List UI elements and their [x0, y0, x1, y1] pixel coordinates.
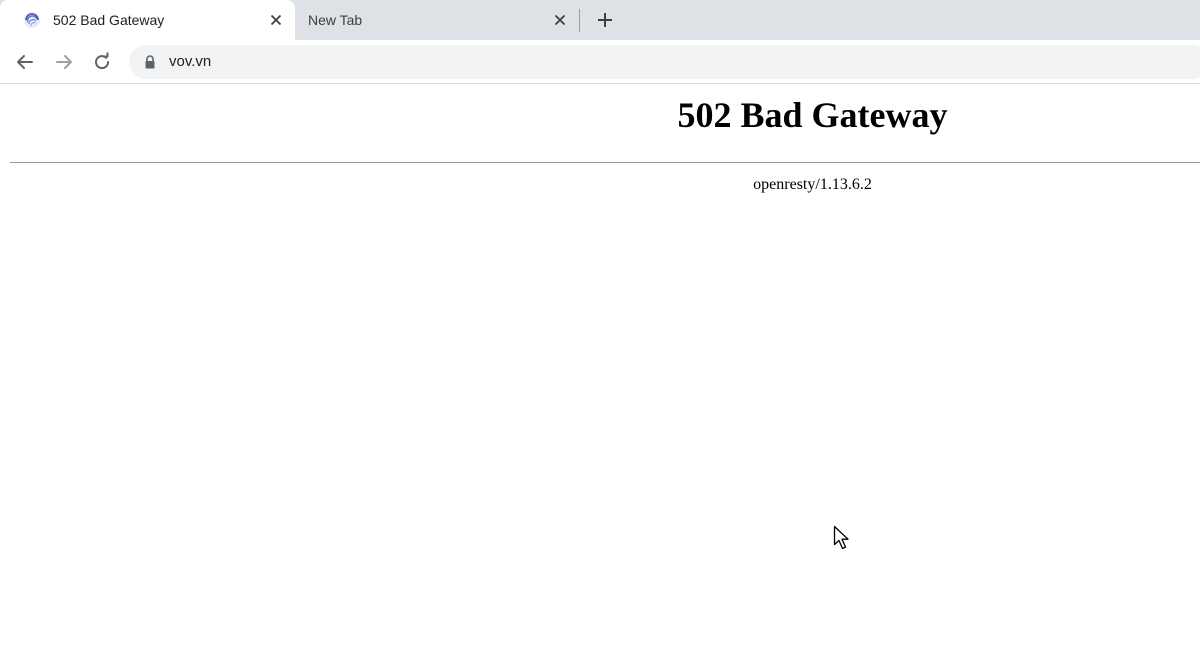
reload-icon[interactable]: [91, 51, 113, 73]
tab-new-tab[interactable]: New Tab: [295, 0, 579, 40]
tab-separator: [579, 9, 580, 32]
tab-strip: 502 Bad Gateway New Tab: [0, 0, 1200, 40]
address-bar[interactable]: vov.vn: [129, 45, 1200, 79]
tab-active[interactable]: 502 Bad Gateway: [0, 0, 295, 40]
globe-swirl-icon: [24, 12, 40, 28]
server-info: openresty/1.13.6.2: [753, 176, 872, 193]
mouse-cursor-icon: [833, 525, 849, 550]
forward-arrow-icon[interactable]: [53, 51, 75, 73]
page-title: 502 Bad Gateway: [677, 95, 948, 135]
close-icon[interactable]: [552, 12, 568, 28]
plus-icon[interactable]: [594, 9, 616, 31]
tab-title: New Tab: [308, 12, 363, 28]
lock-icon[interactable]: [144, 55, 156, 69]
back-arrow-icon[interactable]: [14, 51, 36, 73]
url-text[interactable]: vov.vn: [169, 53, 211, 70]
close-icon[interactable]: [268, 12, 284, 28]
divider: [10, 162, 1200, 163]
toolbar: vov.vn: [0, 40, 1200, 84]
tab-title: 502 Bad Gateway: [53, 12, 165, 28]
page-content: 502 Bad Gateway openresty/1.13.6.2: [0, 84, 1200, 654]
